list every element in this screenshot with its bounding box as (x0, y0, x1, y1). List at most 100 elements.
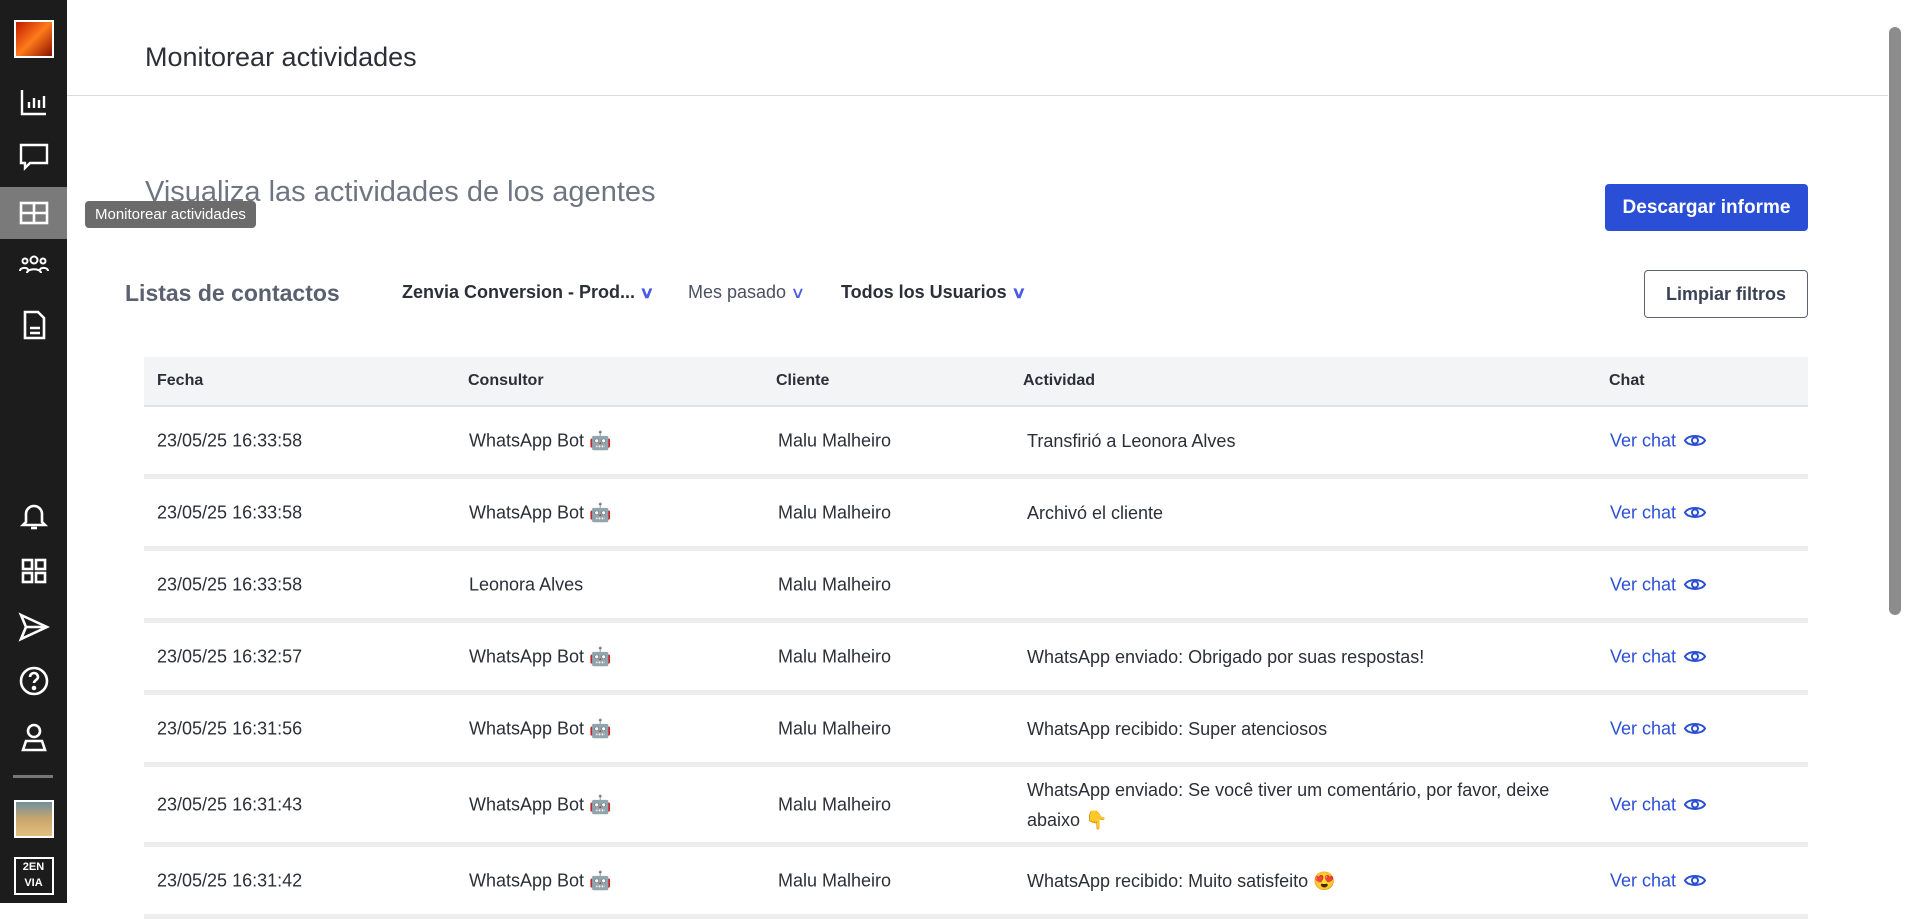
sidebar-item-profile[interactable] (0, 711, 67, 763)
view-chat-label: Ver chat (1610, 718, 1677, 738)
view-chat-link[interactable]: Ver chat (1610, 430, 1707, 451)
users-filter-value: Todos los Usuarios (841, 282, 1007, 302)
clear-filters-button[interactable]: Limpiar filtros (1644, 270, 1808, 318)
sidebar-brand: 2EN VIA (0, 850, 67, 902)
row-activity: Archivó el cliente (1027, 502, 1164, 523)
grid-icon (21, 558, 46, 584)
activities-table: Fecha Consultor Cliente Actividad Chat 2… (144, 357, 1808, 919)
eye-icon (1684, 507, 1707, 518)
chevron-down-icon: ∨ (639, 284, 655, 302)
send-icon (18, 612, 50, 642)
row-activity: WhatsApp recibido: Muito satisfeito 😍 (1027, 870, 1336, 891)
chevron-down-icon: ∨ (1010, 284, 1027, 302)
row-agent: WhatsApp Bot 🤖 (469, 502, 612, 522)
sidebar-item-documents[interactable] (0, 299, 67, 351)
download-report-button[interactable]: Descargar informe (1605, 184, 1808, 231)
contact-lists-label: Listas de contactos (125, 280, 340, 306)
table-row: 23/05/25 16:31:56 WhatsApp Bot 🤖 Malu Ma… (144, 695, 1808, 767)
view-chat-label: Ver chat (1610, 794, 1677, 814)
zenvia-logo-icon: 2EN VIA (13, 857, 54, 895)
chevron-down-icon: ∨ (790, 284, 806, 302)
row-client: Malu Malheiro (778, 646, 892, 666)
eye-icon (1684, 579, 1707, 590)
users-filter-dropdown[interactable]: Todos los Usuarios ∨ (841, 282, 1027, 303)
column-header-agent: Consultor (468, 372, 544, 389)
row-agent: WhatsApp Bot 🤖 (469, 718, 612, 738)
sidebar-item-contacts[interactable] (0, 239, 67, 291)
row-agent: WhatsApp Bot 🤖 (469, 430, 612, 450)
logo-icon (13, 20, 54, 58)
row-agent: WhatsApp Bot 🤖 (469, 646, 612, 666)
row-date: 23/05/25 16:33:58 (157, 502, 303, 522)
column-header-chat: Chat (1609, 372, 1645, 389)
view-chat-link[interactable]: Ver chat (1610, 574, 1707, 595)
table-row: 23/05/25 16:31:43 WhatsApp Bot 🤖 Malu Ma… (144, 767, 1808, 847)
row-date: 23/05/25 16:31:56 (157, 718, 303, 738)
period-filter-value: Mes pasado (688, 282, 787, 302)
sidebar-item-analytics[interactable] (0, 76, 67, 128)
eye-icon (1684, 723, 1707, 734)
view-chat-label: Ver chat (1610, 502, 1677, 522)
column-header-activity: Actividad (1023, 372, 1096, 389)
users-icon (18, 255, 49, 274)
sidebar-item-help[interactable] (0, 655, 67, 707)
view-chat-label: Ver chat (1610, 430, 1677, 450)
user-icon (20, 723, 47, 752)
eye-icon (1684, 799, 1707, 810)
table-row: 23/05/25 16:33:58 WhatsApp Bot 🤖 Malu Ma… (144, 479, 1808, 551)
view-chat-label: Ver chat (1610, 870, 1677, 890)
row-activity: WhatsApp enviado: Obrigado por suas resp… (1027, 646, 1425, 667)
page-title: Monitorear actividades (145, 42, 417, 72)
table-row: 23/05/25 16:33:58 Leonora Alves Malu Mal… (144, 551, 1808, 623)
view-chat-label: Ver chat (1610, 646, 1677, 666)
table-icon (19, 201, 48, 225)
avatar (13, 800, 54, 838)
row-agent: WhatsApp Bot 🤖 (469, 794, 612, 814)
row-activity: Transfirió a Leonora Alves (1027, 430, 1236, 451)
row-client: Malu Malheiro (778, 430, 892, 450)
view-chat-link[interactable]: Ver chat (1610, 646, 1707, 667)
period-filter-dropdown[interactable]: Mes pasado ∨ (688, 282, 806, 303)
row-agent: Leonora Alves (469, 574, 584, 594)
sidebar-avatar[interactable] (0, 793, 67, 845)
view-chat-link[interactable]: Ver chat (1610, 718, 1707, 739)
sidebar-item-notifications[interactable] (0, 490, 67, 542)
sidebar-tooltip: Monitorear actividades (85, 201, 256, 228)
row-client: Malu Malheiro (778, 502, 892, 522)
view-chat-link[interactable]: Ver chat (1610, 870, 1707, 891)
table-header: Fecha Consultor Cliente Actividad Chat (144, 357, 1808, 407)
sidebar-item-send[interactable] (0, 601, 67, 653)
list-filter-value: Zenvia Conversion - Prod... (402, 282, 636, 302)
sidebar-item-chat[interactable] (0, 131, 67, 183)
row-activity: WhatsApp recibido: Super atenciosos (1027, 718, 1328, 739)
row-date: 23/05/25 16:31:43 (157, 794, 303, 814)
scrollbar[interactable] (1889, 27, 1901, 615)
row-date: 23/05/25 16:33:58 (157, 574, 303, 594)
row-date: 23/05/25 16:32:57 (157, 646, 303, 666)
sidebar-logo[interactable] (0, 13, 67, 65)
bar-chart-icon (20, 90, 46, 116)
list-filter-dropdown[interactable]: Zenvia Conversion - Prod... ∨ (402, 282, 655, 303)
table-row: 23/05/25 16:33:58 WhatsApp Bot 🤖 Malu Ma… (144, 407, 1808, 479)
view-chat-link[interactable]: Ver chat (1610, 502, 1707, 523)
table-row: 23/05/25 16:31:42 WhatsApp Bot 🤖 Malu Ma… (144, 847, 1808, 919)
row-client: Malu Malheiro (778, 870, 892, 890)
row-agent: WhatsApp Bot 🤖 (469, 870, 612, 890)
row-date: 23/05/25 16:31:42 (157, 870, 303, 890)
view-chat-link[interactable]: Ver chat (1610, 794, 1707, 815)
sidebar-divider (13, 775, 53, 778)
row-date: 23/05/25 16:33:58 (157, 430, 303, 450)
sidebar: 2EN VIA (0, 0, 67, 903)
bell-icon (19, 504, 48, 530)
help-icon (19, 666, 48, 696)
column-header-date: Fecha (157, 372, 204, 389)
chat-icon (19, 143, 48, 171)
row-activity: WhatsApp enviado: Se você tiver um comen… (1027, 779, 1550, 830)
sidebar-item-apps[interactable] (0, 545, 67, 597)
sidebar-item-monitor[interactable] (0, 187, 67, 239)
document-icon (23, 310, 45, 340)
table-row: 23/05/25 16:32:57 WhatsApp Bot 🤖 Malu Ma… (144, 623, 1808, 695)
page-header: Monitorear actividades (67, 0, 1888, 96)
view-chat-label: Ver chat (1610, 574, 1677, 594)
row-client: Malu Malheiro (778, 574, 892, 594)
